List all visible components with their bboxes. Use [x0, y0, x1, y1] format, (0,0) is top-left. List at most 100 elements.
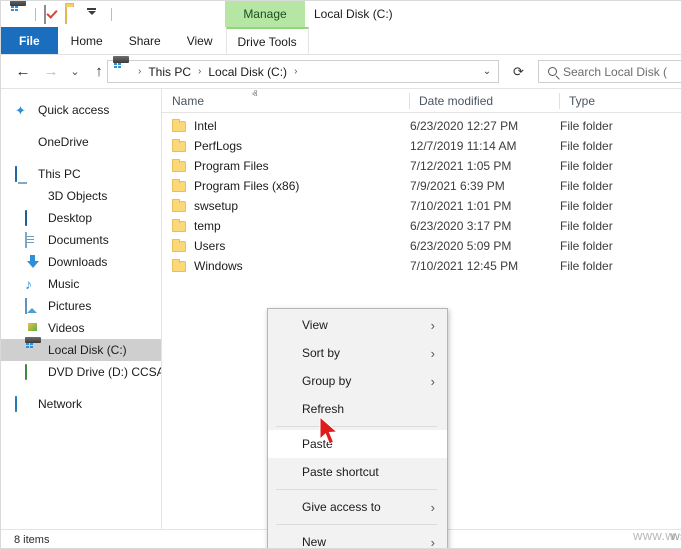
- menu-item-paste-shortcut[interactable]: Paste shortcut: [268, 458, 447, 486]
- sidebar-item-music[interactable]: ♪ Music: [1, 273, 161, 295]
- tab-drive-tools[interactable]: Drive Tools: [225, 27, 309, 54]
- toolbar-divider: [35, 7, 36, 21]
- search-icon: [548, 67, 557, 76]
- breadcrumb-this-pc[interactable]: This PC: [146, 65, 193, 79]
- downloads-icon: [25, 255, 41, 270]
- table-row[interactable]: Users 6/23/2020 5:09 PM File folder: [162, 236, 681, 256]
- file-type-cell: File folder: [560, 119, 613, 133]
- address-bar[interactable]: › This PC › Local Disk (C:) › ⌄: [107, 60, 499, 83]
- menu-item-view[interactable]: View ›: [268, 311, 447, 339]
- menu-item-paste[interactable]: Paste: [268, 430, 447, 458]
- breadcrumb-separator-2[interactable]: ›: [289, 66, 302, 77]
- sidebar-item-onedrive[interactable]: OneDrive: [1, 131, 161, 153]
- chevron-right-icon: ›: [430, 345, 435, 361]
- file-type-cell: File folder: [560, 139, 613, 153]
- table-row[interactable]: Intel 6/23/2020 12:27 PM File folder: [162, 116, 681, 136]
- file-rows: Intel 6/23/2020 12:27 PM File folder Per…: [162, 113, 681, 276]
- file-name-cell: Program Files (x86): [172, 178, 300, 193]
- sidebar-item-network[interactable]: Network: [1, 393, 161, 415]
- sidebar-item-label: Quick access: [38, 103, 110, 117]
- tab-share[interactable]: Share: [116, 27, 174, 54]
- folder-icon: [172, 218, 186, 232]
- table-row[interactable]: Program Files (x86) 7/9/2021 6:39 PM Fil…: [162, 176, 681, 196]
- folder-icon: [172, 178, 186, 192]
- back-button[interactable]: ←: [9, 59, 37, 85]
- file-date-cell: 7/10/2021 12:45 PM: [410, 259, 519, 273]
- file-date-cell: 7/9/2021 6:39 PM: [410, 179, 505, 193]
- menu-item-label: Paste: [302, 437, 333, 451]
- drive-icon[interactable]: [10, 6, 27, 23]
- chevron-right-icon: ›: [430, 534, 435, 549]
- sidebar-item-pictures[interactable]: Pictures: [1, 295, 161, 317]
- search-input[interactable]: Search Local Disk (: [538, 60, 681, 83]
- sidebar-item-downloads[interactable]: Downloads: [1, 251, 161, 273]
- forward-button[interactable]: →: [37, 59, 65, 85]
- sidebar-item-label: DVD Drive (D:) CCSA: [48, 365, 161, 379]
- column-header-name[interactable]: Name: [162, 89, 409, 113]
- search-placeholder: Search Local Disk (: [563, 64, 668, 79]
- refresh-button[interactable]: ⟳: [506, 60, 531, 83]
- column-header-row: Name ⱏ Date modified Type: [162, 89, 681, 113]
- chevron-right-icon: ›: [430, 373, 435, 389]
- tab-file[interactable]: File: [1, 27, 58, 54]
- sort-ascending-icon: ⱏ: [252, 89, 258, 101]
- documents-icon: [25, 231, 41, 248]
- sidebar-item-desktop[interactable]: Desktop: [1, 207, 161, 229]
- pictures-icon: [25, 297, 41, 314]
- folder-icon: [172, 118, 186, 132]
- table-row[interactable]: Windows 7/10/2021 12:45 PM File folder: [162, 256, 681, 276]
- customize-qat-icon[interactable]: [86, 6, 103, 23]
- computer-icon: [15, 165, 31, 182]
- file-name-cell: Users: [172, 238, 225, 253]
- properties-icon[interactable]: [44, 4, 61, 24]
- sidebar-item-label: Downloads: [48, 255, 108, 269]
- cloud-icon: [15, 135, 31, 150]
- file-date-cell: 6/23/2020 12:27 PM: [410, 119, 519, 133]
- file-name-text: PerfLogs: [194, 139, 243, 153]
- sidebar-item-quick-access[interactable]: ✦ Quick access: [1, 99, 161, 121]
- quick-access-toolbar: [1, 4, 116, 24]
- address-drive-icon: [113, 63, 130, 80]
- file-name-text: Program Files (x86): [194, 179, 300, 193]
- file-name-cell: PerfLogs: [172, 138, 243, 153]
- file-date-cell: 7/10/2021 1:01 PM: [410, 199, 512, 213]
- sidebar-item-3d-objects[interactable]: 3D Objects: [1, 185, 161, 207]
- file-name-text: Intel: [194, 119, 217, 133]
- sidebar-item-dvd-drive-d[interactable]: DVD Drive (D:) CCSA: [1, 361, 161, 383]
- tab-view[interactable]: View: [174, 27, 226, 54]
- column-header-type[interactable]: Type: [559, 89, 681, 113]
- nav-spacer-top: [1, 89, 161, 99]
- file-name-cell: temp: [172, 218, 221, 233]
- hard-drive-icon: [25, 343, 41, 358]
- tab-home[interactable]: Home: [58, 27, 116, 54]
- table-row[interactable]: Program Files 7/12/2021 1:05 PM File fol…: [162, 156, 681, 176]
- menu-item-sort-by[interactable]: Sort by ›: [268, 339, 447, 367]
- network-icon: [15, 395, 31, 412]
- sidebar-item-this-pc[interactable]: This PC: [1, 163, 161, 185]
- menu-item-give-access-to[interactable]: Give access to ›: [268, 493, 447, 521]
- file-type-cell: File folder: [560, 199, 613, 213]
- table-row[interactable]: swsetup 7/10/2021 1:01 PM File folder: [162, 196, 681, 216]
- table-row[interactable]: PerfLogs 12/7/2019 11:14 AM File folder: [162, 136, 681, 156]
- file-type-cell: File folder: [560, 259, 613, 273]
- menu-item-new[interactable]: New ›: [268, 528, 447, 549]
- table-row[interactable]: temp 6/23/2020 3:17 PM File folder: [162, 216, 681, 236]
- menu-item-label: Group by: [302, 374, 352, 388]
- menu-item-refresh[interactable]: Refresh: [268, 395, 447, 423]
- column-header-date-modified[interactable]: Date modified: [409, 89, 559, 113]
- music-icon: ♪: [25, 275, 32, 292]
- new-folder-icon[interactable]: [65, 4, 82, 24]
- videos-icon: [25, 321, 41, 336]
- sidebar-item-documents[interactable]: Documents: [1, 229, 161, 251]
- menu-item-group-by[interactable]: Group by ›: [268, 367, 447, 395]
- recent-locations-button[interactable]: ⌄: [65, 59, 85, 85]
- chevron-down-icon[interactable]: ⌄: [476, 61, 498, 82]
- breadcrumb-local-disk[interactable]: Local Disk (C:): [206, 65, 289, 79]
- sidebar-item-local-disk-c[interactable]: Local Disk (C:): [1, 339, 161, 361]
- file-date-cell: 6/23/2020 5:09 PM: [410, 239, 512, 253]
- file-type-cell: File folder: [560, 219, 613, 233]
- breadcrumb-separator-1: ›: [198, 66, 202, 77]
- toolbar-divider-2: [111, 7, 112, 21]
- sidebar-item-videos[interactable]: Videos: [1, 317, 161, 339]
- desktop-icon: [25, 209, 41, 226]
